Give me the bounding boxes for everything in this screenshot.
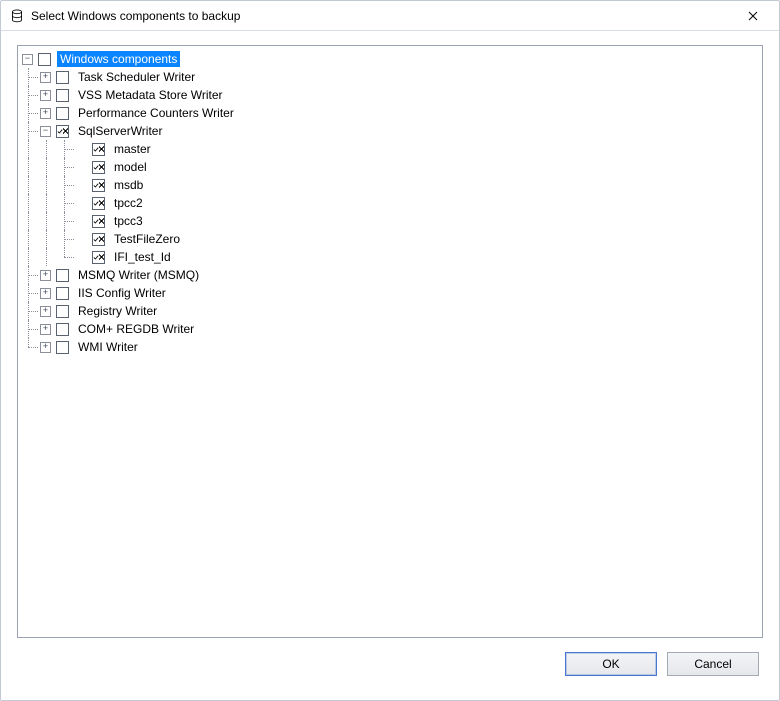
expand-icon[interactable]: + (40, 108, 51, 119)
checkbox[interactable] (92, 233, 105, 246)
tree-item[interactable]: + COM+ REGDB Writer (20, 320, 760, 338)
tree-item-label: tpcc2 (111, 195, 146, 211)
cancel-button[interactable]: Cancel (667, 652, 759, 676)
component-tree[interactable]: − Windows components + Task Scheduler Write… (17, 45, 763, 638)
tree-item-label: WMI Writer (75, 339, 141, 355)
tree-item-label: IFI_test_Id (111, 249, 174, 265)
expand-icon[interactable]: + (40, 324, 51, 335)
ok-button[interactable]: OK (565, 652, 657, 676)
expander-placeholder (76, 144, 87, 155)
checkbox[interactable] (56, 341, 69, 354)
close-button[interactable] (733, 2, 773, 30)
tree-item-label: model (111, 159, 150, 175)
expander-placeholder (76, 216, 87, 227)
tree-item-label: COM+ REGDB Writer (75, 321, 197, 337)
tree-item-label: Performance Counters Writer (75, 105, 237, 121)
checkbox[interactable] (92, 215, 105, 228)
tree-item[interactable]: master (20, 140, 760, 158)
collapse-icon[interactable]: − (40, 126, 51, 137)
expander-placeholder (76, 234, 87, 245)
expand-icon[interactable]: + (40, 270, 51, 281)
tree-item[interactable]: + Task Scheduler Writer (20, 68, 760, 86)
expand-icon[interactable]: + (40, 72, 51, 83)
dialog-title: Select Windows components to backup (31, 9, 733, 23)
checkbox[interactable] (56, 125, 69, 138)
button-bar: OK Cancel (17, 638, 763, 692)
tree-item-label: master (111, 141, 154, 157)
checkbox[interactable] (56, 71, 69, 84)
tree-item[interactable]: + Registry Writer (20, 302, 760, 320)
checkbox[interactable] (56, 269, 69, 282)
checkbox[interactable] (56, 323, 69, 336)
tree-item[interactable]: + VSS Metadata Store Writer (20, 86, 760, 104)
checkbox[interactable] (92, 143, 105, 156)
tree-item[interactable]: + Performance Counters Writer (20, 104, 760, 122)
checkbox[interactable] (56, 287, 69, 300)
tree-item-label: MSMQ Writer (MSMQ) (75, 267, 202, 283)
tree-item-label: SqlServerWriter (75, 123, 165, 139)
tree-item-label: IIS Config Writer (75, 285, 169, 301)
tree-item-label: Windows components (57, 51, 180, 67)
checkbox[interactable] (56, 305, 69, 318)
tree-item[interactable]: − SqlServerWriter (20, 122, 760, 140)
tree-item[interactable]: IFI_test_Id (20, 248, 760, 266)
tree-item[interactable]: TestFileZero (20, 230, 760, 248)
checkbox[interactable] (56, 89, 69, 102)
expand-icon[interactable]: + (40, 306, 51, 317)
tree-item-label: VSS Metadata Store Writer (75, 87, 226, 103)
expander-placeholder (76, 162, 87, 173)
checkbox[interactable] (38, 53, 51, 66)
tree-item[interactable]: + IIS Config Writer (20, 284, 760, 302)
checkbox[interactable] (92, 161, 105, 174)
tree-item-label: tpcc3 (111, 213, 146, 229)
titlebar: Select Windows components to backup (1, 1, 779, 31)
tree-item-label: msdb (111, 177, 146, 193)
tree-item[interactable]: − Windows components (20, 50, 760, 68)
dialog-window: Select Windows components to backup − Win… (0, 0, 780, 701)
tree-item-label: Task Scheduler Writer (75, 69, 198, 85)
expander-placeholder (76, 252, 87, 263)
checkbox[interactable] (92, 251, 105, 264)
tree-item-label: TestFileZero (111, 231, 183, 247)
checkbox[interactable] (56, 107, 69, 120)
close-icon (748, 11, 758, 21)
tree-item[interactable]: tpcc2 (20, 194, 760, 212)
dialog-content: − Windows components + Task Scheduler Write… (1, 31, 779, 700)
checkbox[interactable] (92, 197, 105, 210)
checkbox[interactable] (92, 179, 105, 192)
expander-placeholder (76, 180, 87, 191)
tree-item[interactable]: msdb (20, 176, 760, 194)
tree-item-label: Registry Writer (75, 303, 160, 319)
database-icon (9, 8, 25, 24)
tree-item[interactable]: tpcc3 (20, 212, 760, 230)
collapse-icon[interactable]: − (22, 54, 33, 65)
expand-icon[interactable]: + (40, 288, 51, 299)
tree-item[interactable]: model (20, 158, 760, 176)
expand-icon[interactable]: + (40, 342, 51, 353)
expand-icon[interactable]: + (40, 90, 51, 101)
expander-placeholder (76, 198, 87, 209)
tree-item[interactable]: + MSMQ Writer (MSMQ) (20, 266, 760, 284)
tree-item[interactable]: + WMI Writer (20, 338, 760, 356)
